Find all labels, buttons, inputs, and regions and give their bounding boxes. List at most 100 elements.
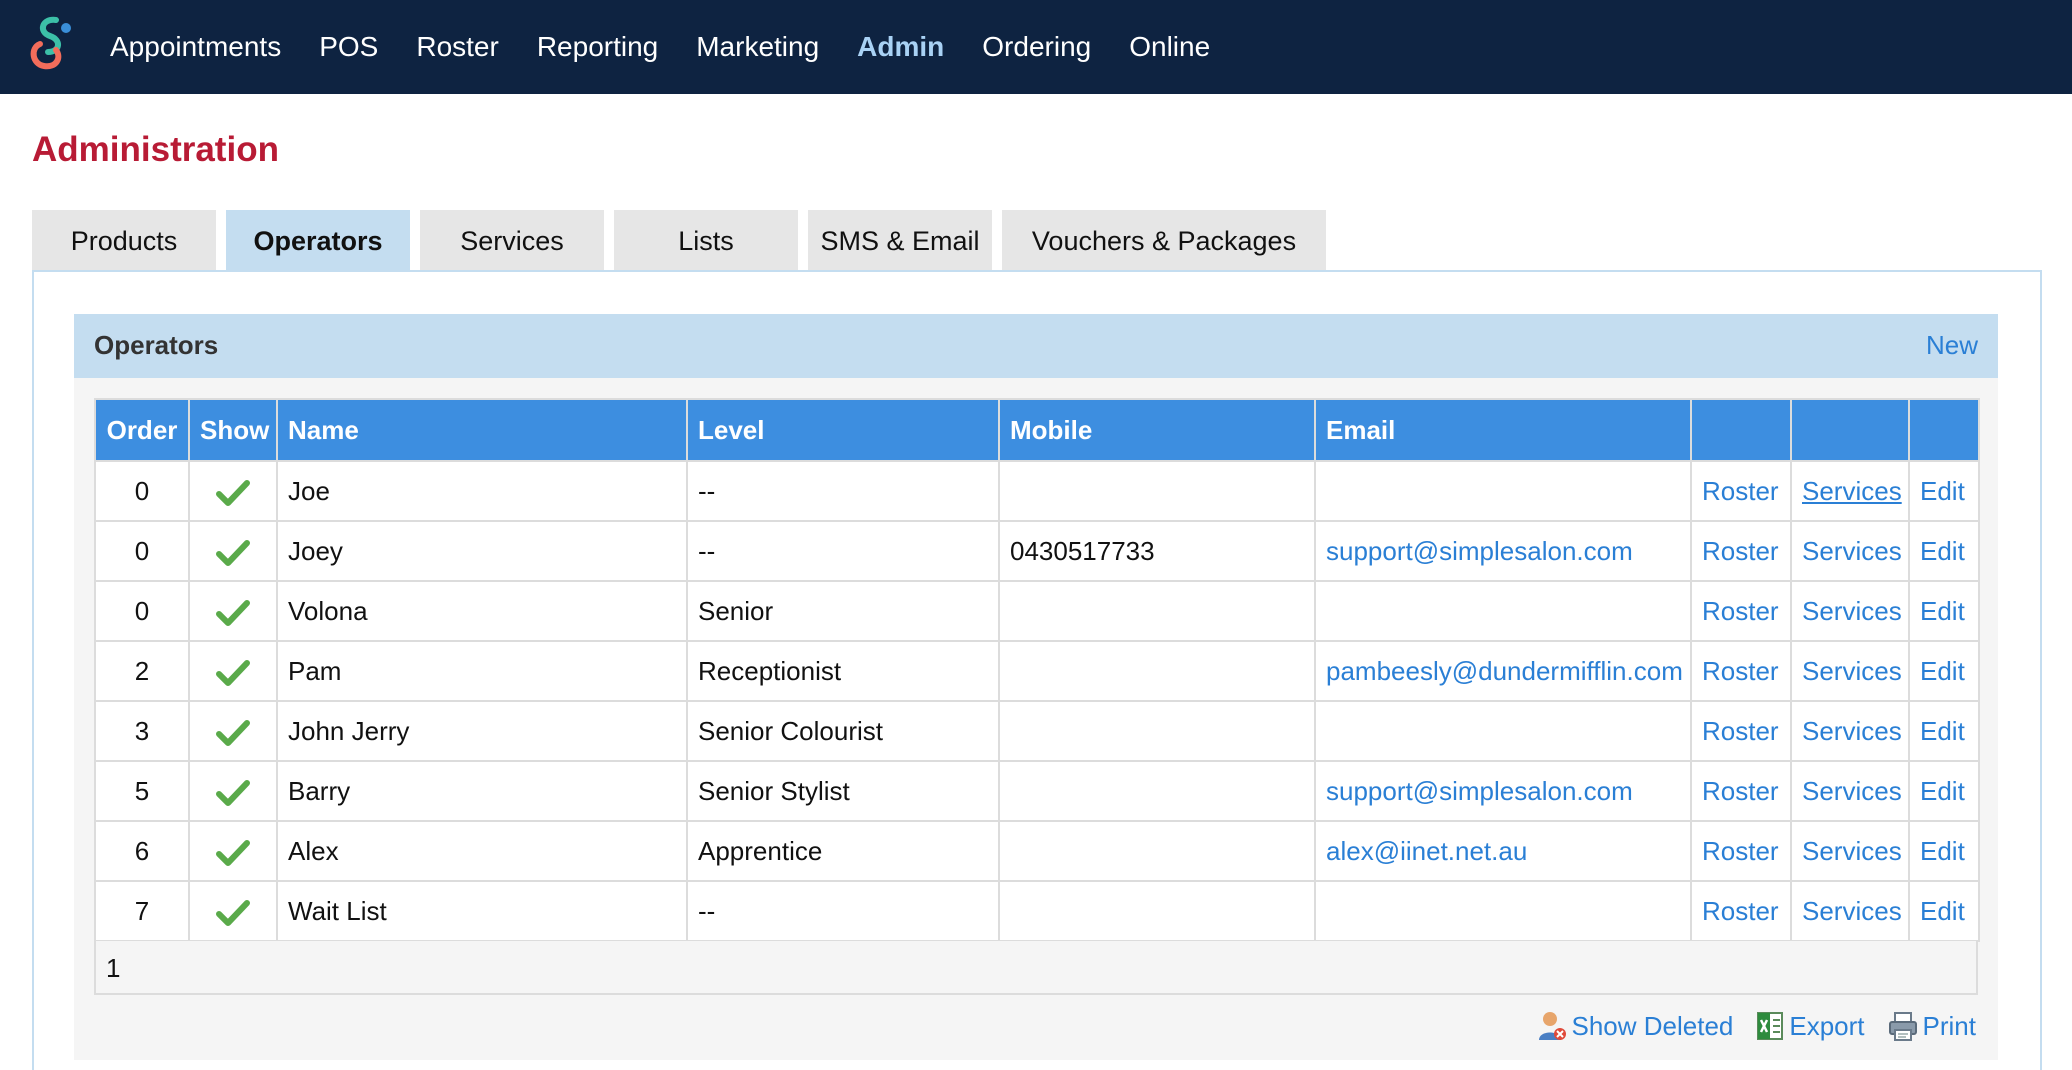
services-link[interactable]: Services [1802,896,1902,926]
new-operator-link[interactable]: New [1926,330,1978,361]
edit-cell: Edit [1908,520,1980,582]
level-cell: Senior Stylist [686,760,1000,822]
roster-cell: Roster [1690,880,1792,942]
nav-reporting[interactable]: Reporting [537,31,658,63]
table-body: 0 Joe -- Roster Services Edit 0 Joey -- 043051773… [94,460,1980,942]
email-cell: alex@iinet.net.au [1314,820,1692,882]
email-cell: support@simplesalon.com [1314,520,1692,582]
services-link[interactable]: Services [1802,776,1902,806]
edit-link[interactable]: Edit [1920,596,1965,626]
header-mobile: Mobile [998,398,1316,462]
mobile-cell: 0430517733 [998,520,1316,582]
table-row: 0 Joey -- 0430517733 support@simplesalon.com… [94,520,1980,582]
edit-link[interactable]: Edit [1920,716,1965,746]
edit-cell: Edit [1908,760,1980,822]
services-cell: Services [1790,640,1910,702]
order-cell: 2 [94,640,190,702]
header-order: Order [94,398,190,462]
roster-cell: Roster [1690,700,1792,762]
services-cell: Services [1790,820,1910,882]
edit-link[interactable]: Edit [1920,656,1965,686]
tab-operators[interactable]: Operators [226,210,410,272]
print-button[interactable]: Print [1887,1010,1976,1042]
print-label: Print [1922,1010,1976,1041]
show-deleted-button[interactable]: Show Deleted [1537,1010,1733,1042]
simplesalon-logo-icon[interactable] [26,14,76,76]
roster-link[interactable]: Roster [1702,536,1779,566]
tab-lists[interactable]: Lists [614,210,798,272]
edit-link[interactable]: Edit [1920,836,1965,866]
nav-ordering[interactable]: Ordering [982,31,1091,63]
email-link[interactable]: support@simplesalon.com [1326,776,1633,806]
name-cell: Joey [276,520,688,582]
table-row: 0 Volona Senior Roster Services Edit [94,580,1980,642]
email-cell [1314,880,1692,942]
show-cell [188,880,278,942]
roster-cell: Roster [1690,580,1792,642]
table-row: 3 John Jerry Senior Colourist Roster Service… [94,700,1980,762]
export-label: Export [1789,1010,1865,1041]
tab-products[interactable]: Products [32,210,216,272]
services-link[interactable]: Services [1802,716,1902,746]
show-cell [188,760,278,822]
nav-online[interactable]: Online [1129,31,1210,63]
roster-link[interactable]: Roster [1702,716,1779,746]
header-show: Show [188,398,278,462]
roster-cell: Roster [1690,520,1792,582]
roster-cell: Roster [1690,760,1792,822]
nav-appointments[interactable]: Appointments [110,31,281,63]
roster-link[interactable]: Roster [1702,476,1779,506]
edit-link[interactable]: Edit [1920,776,1965,806]
panel-header: Operators New [74,314,1998,378]
tab-sms-email[interactable]: SMS & Email [808,210,992,272]
tab-services[interactable]: Services [420,210,604,272]
edit-link[interactable]: Edit [1920,896,1965,926]
excel-export-icon [1757,1012,1784,1040]
header-roster [1690,398,1792,462]
show-cell [188,520,278,582]
page-number[interactable]: 1 [106,953,120,983]
edit-cell: Edit [1908,460,1980,522]
email-link[interactable]: pambeesly@dundermifflin.com [1326,656,1683,686]
footer-actions: Show Deleted Export Print [1515,1008,1976,1044]
header-level: Level [686,398,1000,462]
name-cell: Pam [276,640,688,702]
roster-link[interactable]: Roster [1702,836,1779,866]
edit-link[interactable]: Edit [1920,536,1965,566]
services-cell: Services [1790,880,1910,942]
tab-vouchers-packages[interactable]: Vouchers & Packages [1002,210,1326,272]
services-cell: Services [1790,460,1910,522]
nav-marketing[interactable]: Marketing [696,31,819,63]
export-button[interactable]: Export [1755,1010,1865,1042]
name-cell: Barry [276,760,688,822]
header-name: Name [276,398,688,462]
order-cell: 3 [94,700,190,762]
table-row: 6 Alex Apprentice alex@iinet.net.au Roster Se… [94,820,1980,882]
header-edit [1908,398,1980,462]
email-link[interactable]: alex@iinet.net.au [1326,836,1527,866]
roster-link[interactable]: Roster [1702,656,1779,686]
roster-link[interactable]: Roster [1702,596,1779,626]
level-cell: -- [686,520,1000,582]
nav-pos[interactable]: POS [319,31,378,63]
nav-roster[interactable]: Roster [416,31,498,63]
services-link[interactable]: Services [1802,596,1902,626]
green-check-icon [216,479,250,506]
services-link[interactable]: Services [1802,656,1902,686]
order-cell: 0 [94,580,190,642]
green-check-icon [216,719,250,746]
services-link[interactable]: Services [1802,836,1902,866]
edit-link[interactable]: Edit [1920,476,1965,506]
roster-link[interactable]: Roster [1702,896,1779,926]
email-cell [1314,460,1692,522]
roster-link[interactable]: Roster [1702,776,1779,806]
email-cell [1314,700,1692,762]
level-cell: Apprentice [686,820,1000,882]
services-link[interactable]: Services [1802,476,1902,506]
services-link[interactable]: Services [1802,536,1902,566]
name-cell: Joe [276,460,688,522]
email-link[interactable]: support@simplesalon.com [1326,536,1633,566]
mobile-cell [998,760,1316,822]
mobile-cell [998,820,1316,882]
nav-admin[interactable]: Admin [857,31,944,63]
